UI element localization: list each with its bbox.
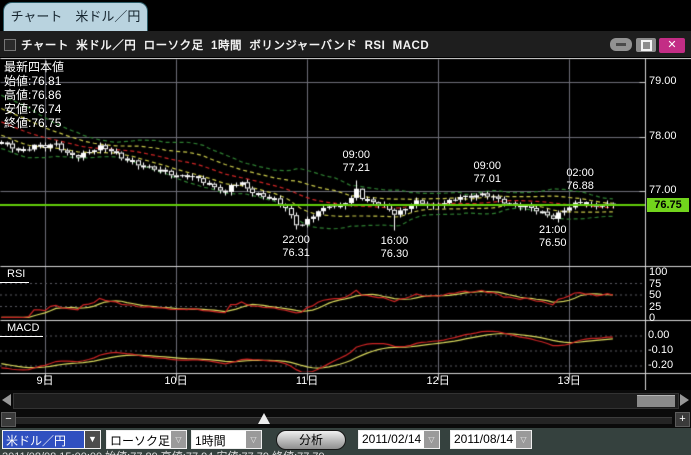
tab-usdjpy-chart[interactable]: チャート 米ドル／円 (3, 2, 148, 31)
currency-pair-value[interactable]: 米ドル／円 (3, 431, 84, 448)
chevron-down-icon[interactable]: ▼ (84, 431, 100, 448)
maximize-button[interactable] (636, 38, 656, 52)
zoom-slider-thumb[interactable] (258, 413, 270, 424)
chevron-down-icon[interactable]: ▽ (423, 431, 439, 448)
scroll-left-icon[interactable] (2, 394, 11, 406)
scrollbar-thumb[interactable] (637, 395, 675, 407)
chevron-down-icon[interactable]: ▽ (515, 431, 531, 448)
analyze-button[interactable]: 分析 (276, 430, 346, 450)
minimize-icon (616, 43, 626, 46)
zoom-slider-track[interactable] (16, 417, 672, 424)
date-to-value[interactable]: 2011/08/14 (451, 431, 515, 448)
chart-type-select[interactable]: ローソク足 ▽ (106, 430, 187, 449)
chart-type-value[interactable]: ローソク足 (107, 431, 170, 448)
tab-bar: チャート 米ドル／円 (0, 0, 691, 30)
date-to-select[interactable]: 2011/08/14 ▽ (450, 430, 532, 449)
horizontal-scrollbar (0, 390, 691, 411)
close-button[interactable]: ✕ (659, 38, 685, 53)
zoom-out-button[interactable]: − (1, 412, 16, 427)
timeframe-select[interactable]: 1時間 ▽ (191, 430, 262, 449)
currency-pair-select[interactable]: 米ドル／円 ▼ (2, 430, 101, 449)
scrollbar-track[interactable] (13, 393, 679, 409)
zoom-in-button[interactable]: + (675, 412, 690, 427)
timeframe-value[interactable]: 1時間 (192, 431, 245, 448)
date-from-select[interactable]: 2011/02/14 ▽ (358, 430, 440, 449)
maximize-icon (641, 40, 652, 51)
chart-canvas[interactable] (0, 58, 691, 390)
scroll-right-icon[interactable] (680, 394, 689, 406)
zoom-slider-row: − + (0, 411, 691, 428)
minimize-button[interactable] (610, 38, 632, 51)
window-icon (4, 39, 16, 51)
window-title-bar[interactable]: チャート 米ドル／円 ローソク足 1時間 ボリンジャーバンド RSI MACD … (0, 31, 691, 57)
chart-window: チャート 米ドル／円 チャート 米ドル／円 ローソク足 1時間 ボリンジャーバン… (0, 0, 691, 455)
chevron-down-icon[interactable]: ▽ (245, 431, 261, 448)
chevron-down-icon[interactable]: ▽ (170, 431, 186, 448)
date-from-value[interactable]: 2011/02/14 (359, 431, 423, 448)
status-ohlc-line: 2011/08/08 15:00:00 始値:77.89 高値:77.94 安値… (2, 448, 325, 455)
window-title: チャート 米ドル／円 ローソク足 1時間 ボリンジャーバンド RSI MACD (21, 37, 429, 53)
